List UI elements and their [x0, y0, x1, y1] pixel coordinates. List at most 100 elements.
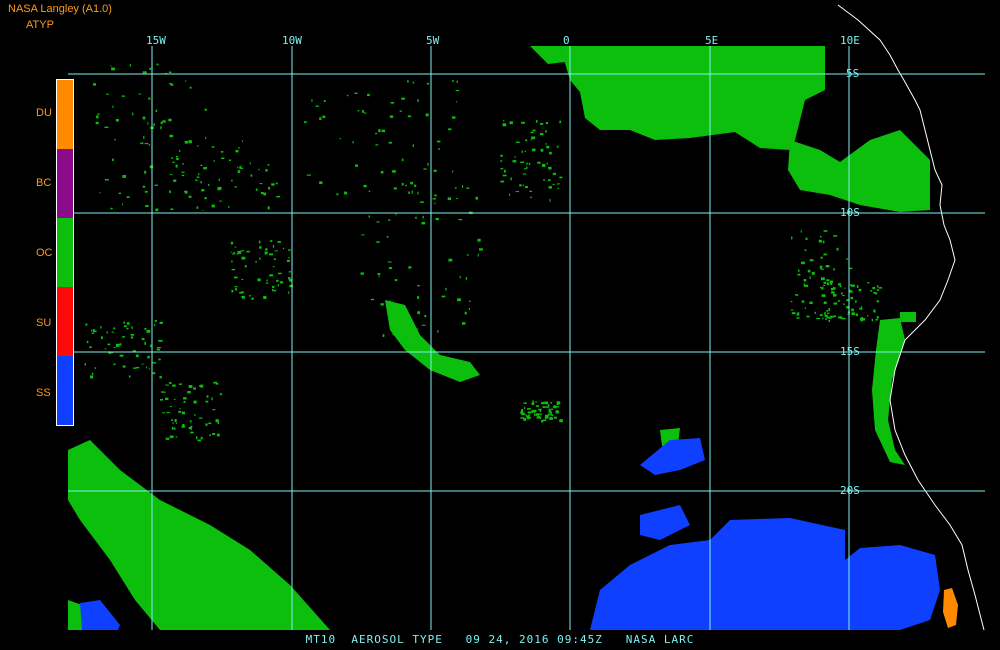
oc-speck	[237, 250, 242, 254]
oc-speck	[339, 138, 341, 140]
oc-speck	[515, 191, 519, 193]
oc-speck	[553, 416, 557, 419]
oc-speck	[204, 197, 207, 200]
oc-speck	[380, 303, 384, 306]
oc-speck	[454, 187, 457, 189]
oc-speck	[546, 162, 548, 165]
oc-speck	[269, 240, 273, 242]
oc-speck	[468, 308, 470, 310]
oc-speck	[94, 367, 96, 370]
oc-speck	[235, 288, 238, 291]
oc-speck	[386, 236, 389, 238]
oc-speck	[525, 139, 528, 142]
oc-speck	[851, 308, 854, 312]
oc-speck	[556, 183, 560, 185]
oc-speck	[828, 320, 830, 323]
oc-speck	[541, 150, 543, 152]
oc-speck	[162, 120, 166, 123]
oc-speck	[323, 100, 326, 103]
oc-speck	[420, 201, 424, 203]
oc-speck	[844, 287, 846, 289]
oc-speck	[193, 387, 196, 390]
oc-speck	[170, 174, 173, 176]
oc-speck	[142, 185, 146, 188]
oc-speck	[843, 303, 845, 305]
oc-speck	[160, 121, 163, 125]
oc-speck	[174, 419, 177, 422]
oc-speck	[122, 336, 125, 338]
oc-speck	[535, 401, 537, 403]
oc-speck	[280, 281, 283, 284]
oc-speck	[524, 150, 527, 152]
oc-speck	[370, 298, 375, 301]
oc-speck	[535, 413, 540, 416]
oc-speck	[271, 183, 275, 186]
oc-speck	[168, 118, 172, 122]
oc-speck	[149, 67, 152, 70]
oc-speck	[399, 110, 402, 112]
oc-speck	[344, 191, 347, 195]
oc-speck	[129, 64, 131, 67]
oc-speck	[357, 110, 360, 112]
oc-speck	[208, 184, 210, 186]
oc-speck	[219, 200, 222, 202]
oc-speck	[130, 334, 134, 336]
oc-speck	[215, 383, 219, 385]
oc-speck	[114, 139, 116, 141]
oc-speck	[84, 363, 86, 366]
oc-speck	[790, 309, 794, 311]
oc-speck	[378, 129, 381, 133]
oc-speck	[229, 159, 232, 161]
oc-speck	[176, 155, 178, 158]
legend-swatch-su	[57, 287, 73, 356]
oc-speck	[549, 198, 551, 202]
oc-speck	[538, 416, 542, 419]
oc-speck	[530, 196, 532, 199]
oc-speck	[502, 123, 507, 127]
oc-speck	[531, 136, 536, 140]
oc-speck	[234, 276, 238, 279]
oc-speck	[211, 397, 213, 401]
oc-speck	[392, 308, 397, 311]
oc-speck	[479, 248, 483, 251]
oc-speck	[818, 239, 822, 243]
oc-speck	[824, 312, 826, 315]
oc-speck	[500, 160, 503, 162]
oc-speck	[832, 315, 836, 318]
oc-speck	[230, 251, 232, 253]
oc-speck	[211, 146, 215, 148]
oc-speck	[231, 289, 234, 293]
oc-speck	[172, 422, 174, 424]
oc-speck	[91, 372, 94, 375]
oc-speck	[530, 131, 534, 134]
oc-speck	[380, 171, 384, 174]
oc-speck	[194, 179, 198, 181]
oc-speck	[826, 310, 828, 312]
oc-speck	[263, 192, 266, 196]
oc-speck	[315, 105, 319, 107]
oc-speck	[389, 300, 391, 302]
oc-speck	[104, 126, 109, 128]
oc-speck	[140, 142, 144, 145]
oc-speck	[477, 253, 479, 257]
oc-speck	[503, 120, 505, 122]
oc-speck	[133, 350, 136, 352]
oc-speck	[216, 433, 220, 437]
oc-speck	[876, 300, 879, 303]
oc-speck	[361, 234, 365, 236]
oc-speck	[105, 179, 109, 181]
oc-speck	[452, 170, 454, 173]
oc-speck	[244, 265, 247, 268]
oc-speck	[171, 426, 174, 430]
oc-speck	[407, 80, 409, 83]
oc-speck	[559, 120, 562, 124]
oc-speck	[249, 294, 251, 297]
oc-speck	[532, 400, 534, 404]
oc-speck	[174, 398, 176, 400]
oc-speck	[542, 163, 546, 167]
oc-speck	[206, 395, 208, 398]
oc-speck	[823, 230, 828, 232]
oc-speck	[388, 219, 391, 221]
oc-speck	[190, 425, 193, 428]
oc-speck	[867, 315, 869, 317]
